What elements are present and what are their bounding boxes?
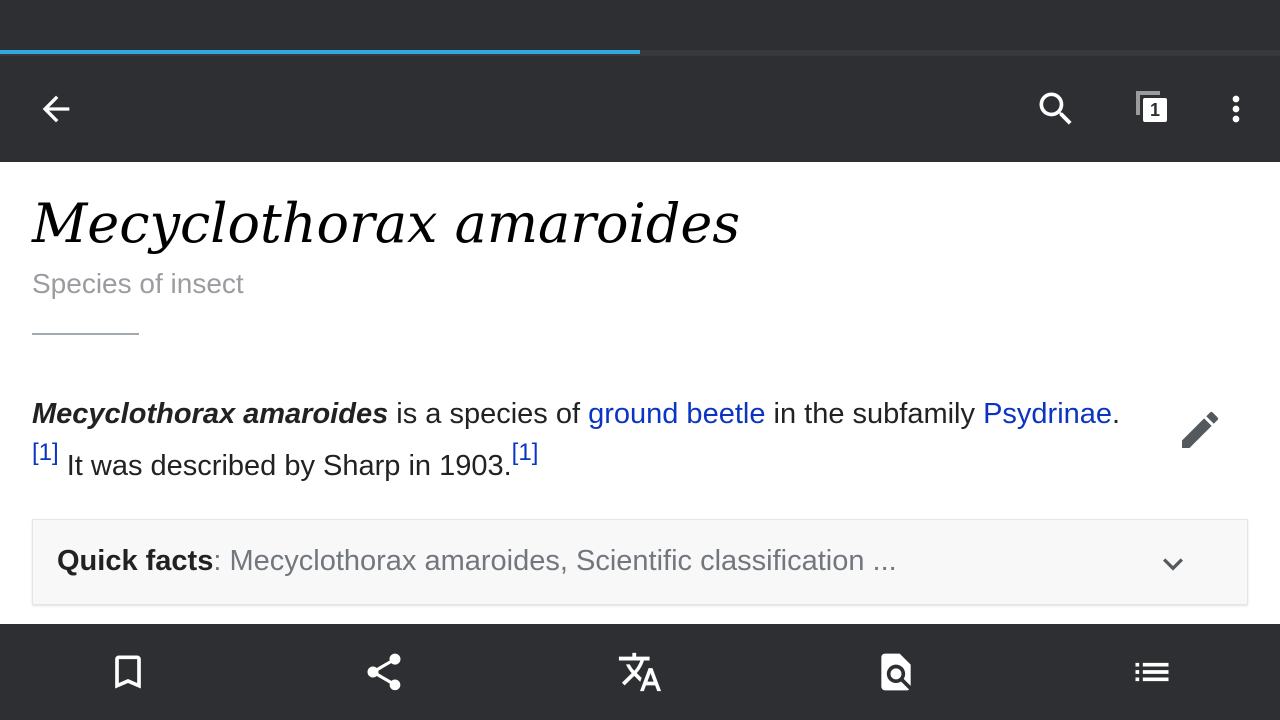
find-in-page-button[interactable] [868,648,924,696]
pencil-icon [1182,411,1219,448]
title-divider [32,333,139,335]
quick-facts-summary: Mecyclothorax amaroides, Scientific clas… [229,545,897,577]
share-icon [367,653,401,691]
reference-link[interactable]: [1] [32,439,59,466]
language-button[interactable] [612,648,668,696]
more-options-button[interactable] [1212,83,1260,135]
quick-facts-text: Quick facts: Mecyclothorax amaroides, Sc… [57,545,897,578]
bottom-action-bar [0,624,1280,720]
quick-facts-card[interactable]: Quick facts: Mecyclothorax amaroides, Sc… [32,519,1248,605]
tabs-icon: 1 [1120,83,1184,135]
tabs-button[interactable]: 1 [1120,83,1184,135]
article-description: Species of insect [32,268,244,299]
page-load-progress-fill [0,50,640,54]
translate-icon [618,652,662,692]
article-intro-paragraph: Mecyclothorax amaroides is a species of … [32,388,1122,492]
intro-text: . [1112,398,1121,430]
intro-text: in the subfamily [765,398,984,430]
link-ground-beetle[interactable]: ground beetle [588,398,765,430]
edit-section-button[interactable] [1176,406,1224,454]
status-bar [0,0,1280,50]
contents-list-icon [1135,662,1169,682]
quick-facts-separator: : [213,545,230,577]
find-in-page-icon [881,653,911,691]
quick-facts-label: Quick facts [57,545,214,577]
bookmark-button[interactable] [100,648,156,696]
top-toolbar: 1 [0,56,1280,162]
search-icon [1039,92,1072,125]
back-button[interactable] [24,83,88,135]
chevron-down-icon [1163,558,1183,571]
intro-bold-name: Mecyclothorax amaroides [32,398,389,430]
article-title: Mecyclothorax amaroides [32,192,741,255]
tab-count-badge: 1 [1143,98,1167,122]
expand-quick-facts-button[interactable] [1153,544,1193,584]
bookmark-icon [115,655,141,689]
reference-link[interactable]: [1] [512,439,539,466]
share-button[interactable] [356,648,412,696]
link-psydrinae[interactable]: Psydrinae [983,398,1112,430]
search-button[interactable] [1024,83,1088,135]
arrow-back-icon [42,95,70,123]
more-vert-icon [1232,95,1240,123]
intro-text: It was described by Sharp in 1903. [58,450,512,482]
table-of-contents-button[interactable] [1124,648,1180,696]
intro-text: is a species of [388,398,589,430]
